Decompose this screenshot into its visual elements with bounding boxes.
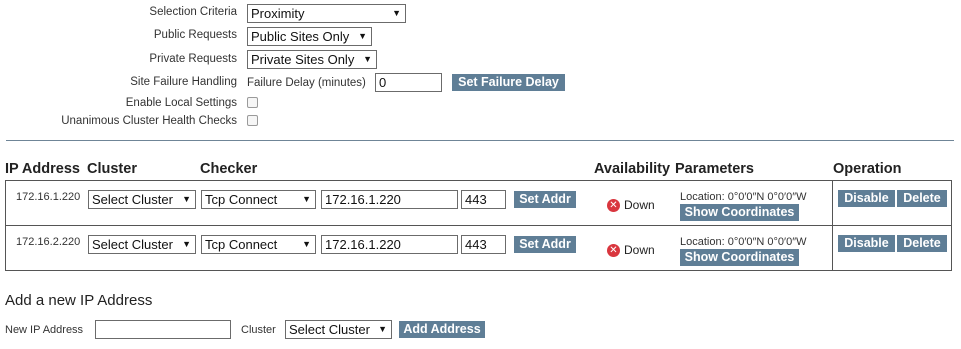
site-failure-label: Site Failure Handling (130, 76, 237, 88)
chevron-down-icon: ▼ (302, 194, 311, 204)
cluster-select-value: Select Cluster (92, 192, 173, 207)
location-text: Location: 0°0′0″N 0°0′0″W (680, 191, 807, 203)
selection-criteria-label: Selection Criteria (149, 6, 237, 18)
new-cluster-label: Cluster (241, 324, 276, 336)
checker-select[interactable]: Tcp Connect ▼ (201, 190, 316, 209)
private-requests-label: Private Requests (149, 53, 237, 65)
disable-button[interactable]: Disable (838, 190, 895, 207)
address-input[interactable]: 172.16.1.220 (321, 235, 458, 254)
header-ip-address: IP Address (5, 161, 80, 177)
selection-criteria-value: Proximity (251, 6, 305, 21)
chevron-down-icon: ▼ (358, 31, 367, 41)
section-divider (6, 140, 954, 141)
add-address-button[interactable]: Add Address (399, 321, 485, 338)
private-requests-value: Private Sites Only (251, 52, 355, 67)
public-requests-value: Public Sites Only (251, 29, 350, 44)
set-addr-button[interactable]: Set Addr (514, 236, 576, 253)
new-cluster-select-value: Select Cluster (289, 322, 370, 337)
cluster-select[interactable]: Select Cluster ▼ (88, 235, 196, 254)
chevron-down-icon: ▼ (378, 324, 387, 334)
header-operation: Operation (833, 161, 902, 177)
chevron-down-icon: ▼ (392, 8, 401, 18)
checker-select-value: Tcp Connect (205, 192, 278, 207)
delete-button[interactable]: Delete (897, 235, 947, 252)
enable-local-settings-checkbox[interactable] (247, 97, 258, 108)
chevron-down-icon: ▼ (363, 54, 372, 64)
enable-local-settings-label: Enable Local Settings (125, 97, 237, 109)
header-checker: Checker (200, 161, 258, 177)
failure-delay-label: Failure Delay (minutes) (247, 77, 366, 89)
checker-select[interactable]: Tcp Connect ▼ (201, 235, 316, 254)
add-ip-section-title: Add a new IP Address (5, 292, 153, 309)
x-circle-icon: ✕ (607, 199, 620, 212)
selection-criteria-select[interactable]: Proximity ▼ (247, 4, 406, 23)
x-circle-icon: ✕ (607, 244, 620, 257)
chevron-down-icon: ▼ (302, 239, 311, 249)
status-text: Down (624, 198, 655, 212)
chevron-down-icon: ▼ (182, 194, 191, 204)
port-input[interactable]: 443 (461, 235, 506, 254)
disable-button[interactable]: Disable (838, 235, 895, 252)
row-ip-address: 172.16.1.220 (16, 191, 81, 203)
address-input[interactable]: 172.16.1.220 (321, 190, 458, 209)
header-parameters: Parameters (675, 161, 754, 177)
show-coordinates-button[interactable]: Show Coordinates (680, 204, 799, 221)
unanimous-health-checks-label: Unanimous Cluster Health Checks (61, 115, 237, 127)
set-failure-delay-button[interactable]: Set Failure Delay (452, 74, 565, 91)
private-requests-select[interactable]: Private Sites Only ▼ (247, 50, 377, 69)
unanimous-health-checks-checkbox[interactable] (247, 115, 258, 126)
new-cluster-select[interactable]: Select Cluster ▼ (285, 320, 392, 339)
cluster-select[interactable]: Select Cluster ▼ (88, 190, 196, 209)
checker-select-value: Tcp Connect (205, 237, 278, 252)
header-availability: Availability (594, 161, 671, 177)
set-addr-button[interactable]: Set Addr (514, 191, 576, 208)
delete-button[interactable]: Delete (897, 190, 947, 207)
failure-delay-input[interactable]: 0 (375, 73, 442, 92)
port-input[interactable]: 443 (461, 190, 506, 209)
cluster-select-value: Select Cluster (92, 237, 173, 252)
row-ip-address: 172.16.2.220 (16, 236, 81, 248)
header-cluster: Cluster (87, 161, 137, 177)
location-text: Location: 0°0′0″N 0°0′0″W (680, 236, 807, 248)
operation-divider (832, 225, 833, 271)
new-ip-address-label: New IP Address (5, 324, 84, 336)
show-coordinates-button[interactable]: Show Coordinates (680, 249, 799, 266)
operation-divider (832, 180, 833, 226)
new-ip-address-input[interactable] (95, 320, 231, 339)
public-requests-label: Public Requests (153, 29, 237, 41)
public-requests-select[interactable]: Public Sites Only ▼ (247, 27, 372, 46)
chevron-down-icon: ▼ (182, 239, 191, 249)
status-text: Down (624, 243, 655, 257)
